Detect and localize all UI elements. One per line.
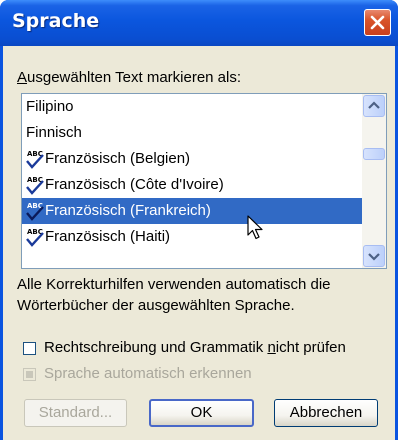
list-item-label: Französisch (Belgien) (45, 150, 191, 167)
scroll-up-button[interactable] (363, 95, 385, 117)
list-item-label: Finnisch (26, 124, 82, 141)
list-item[interactable]: ABC Französisch (Côte d'Ivoire) (22, 172, 362, 198)
close-button[interactable] (364, 9, 391, 36)
dialog-body: Ausgewählten Text markieren als: Filipin… (3, 46, 395, 440)
close-icon (370, 15, 385, 30)
accesskey-n: n (267, 339, 276, 356)
ok-button[interactable]: OK (149, 399, 254, 427)
info-line-1: Alle Korrekturhilfen verwenden automatis… (17, 276, 331, 293)
auto-detect-label: Sprache automatisch erkennen (44, 365, 252, 382)
mouse-cursor-icon (247, 215, 263, 240)
no-proofing-label[interactable]: Rechtschreibung und Grammatik nicht prüf… (44, 339, 346, 356)
info-line-2: Wörterbücher der ausgewählten Sprache. (17, 297, 295, 314)
default-button: Standard... (24, 399, 127, 427)
list-item[interactable]: Finnisch (22, 120, 362, 146)
list-label: Ausgewählten Text markieren als: (17, 69, 241, 86)
list-label-text: usgewählten Text markieren als: (27, 69, 242, 86)
auto-detect-checkbox (23, 368, 36, 381)
language-list[interactable]: Filipino Finnisch ABC Französisch (Belgi… (21, 93, 387, 269)
language-dialog: Sprache Ausgewählten Text markieren als:… (0, 0, 398, 440)
spellcheck-icon: ABC (26, 202, 44, 221)
dialog-title: Sprache (12, 10, 100, 32)
scroll-thumb[interactable] (363, 148, 385, 160)
no-proofing-text-end: icht prüfen (275, 339, 346, 356)
vertical-scrollbar[interactable] (362, 94, 386, 268)
accesskey-a: A (17, 69, 28, 86)
chevron-up-icon (368, 101, 380, 109)
scroll-down-button[interactable] (363, 245, 385, 267)
cancel-button[interactable]: Abbrechen (274, 399, 378, 427)
no-proofing-text: Rechtschreibung und Grammatik (44, 339, 268, 356)
list-item[interactable]: ABC Französisch (Belgien) (22, 146, 362, 172)
list-item-label: Französisch (Frankreich) (45, 202, 211, 219)
list-item-label: Französisch (Haiti) (45, 228, 171, 245)
chevron-down-icon (368, 253, 380, 261)
no-proofing-checkbox[interactable] (23, 342, 36, 355)
list-item-selected[interactable]: ABC Französisch (Frankreich) (22, 198, 362, 224)
spellcheck-icon: ABC (26, 228, 44, 247)
spellcheck-icon: ABC (26, 176, 44, 195)
spellcheck-icon: ABC (26, 150, 44, 169)
title-bar[interactable]: Sprache (0, 0, 398, 46)
list-item-label: Französisch (Côte d'Ivoire) (45, 176, 224, 193)
list-item[interactable]: Filipino (22, 94, 362, 120)
list-item[interactable]: ABC Französisch (Haiti) (22, 224, 362, 250)
list-item-label: Filipino (26, 98, 74, 115)
